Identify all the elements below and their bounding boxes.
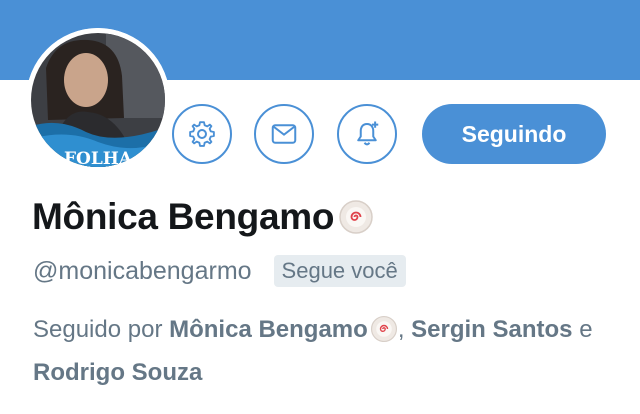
profile-name-row: Mônica Bengamo (32, 196, 374, 238)
bell-plus-icon (357, 121, 379, 146)
avatar-logo-text: FOLHA (64, 149, 133, 169)
envelope-icon (271, 124, 297, 144)
avatar-photo: FOLHA (26, 28, 170, 172)
following-button[interactable]: Seguindo (422, 104, 606, 164)
followed-by-prefix: Seguido por (33, 316, 163, 343)
display-name: Mônica Bengamo (32, 196, 335, 237)
avatar[interactable]: FOLHA (26, 28, 170, 172)
follower-name-3[interactable]: Rodrigo Souza (33, 359, 202, 386)
followed-by-separator: , (397, 316, 412, 343)
notifications-button[interactable] (337, 104, 397, 164)
handle-row: @monicabengarmo Segue você (33, 255, 406, 287)
swirl-candy-icon (339, 200, 373, 234)
follower-name-2[interactable]: Sergin Santos (411, 316, 572, 343)
follower-name-1[interactable]: Mônica Bengamo (169, 316, 368, 343)
profile-handle: @monicabengarmo (33, 256, 252, 285)
follows-you-badge: Segue você (273, 255, 406, 287)
gear-icon (189, 121, 215, 147)
direct-message-button[interactable] (254, 104, 314, 164)
followed-by-conjunction: e (579, 316, 593, 343)
followed-by-text[interactable]: Seguido por Mônica Bengamo , Sergin Sant… (33, 308, 623, 394)
settings-button[interactable] (172, 104, 232, 164)
swirl-candy-icon (370, 315, 397, 343)
